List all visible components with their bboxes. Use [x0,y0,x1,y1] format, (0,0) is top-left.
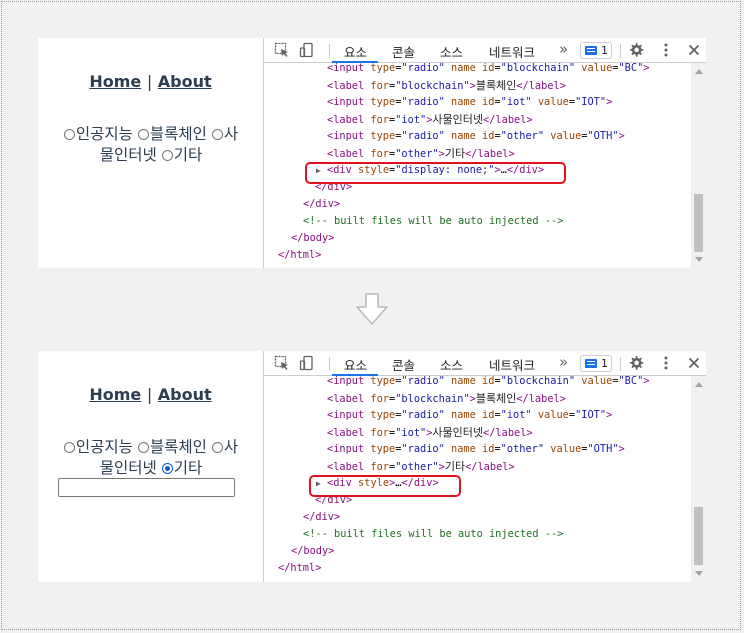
inspect-element-icon[interactable] [274,42,290,58]
nav-bar: Home | About [38,385,263,404]
radio-group: 인공지능 블록체인 사 물인터넷 기타 [46,124,256,166]
dom-line-close-body[interactable]: </body> [291,543,334,560]
radio-other-checked[interactable] [161,463,173,474]
close-icon[interactable] [686,42,702,58]
radio-ai[interactable] [63,442,75,453]
dom-line-input-other[interactable]: <input type="radio" name id="other" valu… [327,441,625,458]
dom-line-close-html[interactable]: </html> [278,247,321,264]
issues-icon [585,46,597,55]
web-app-view: Home | About 인공지능 블록체인 사 물인터넷 기타 [38,38,263,268]
scroll-up-arrow-icon[interactable] [695,382,703,387]
kebab-menu-icon[interactable] [658,42,674,58]
radio-group: 인공지능 블록체인 사 물인터넷 기타 [46,437,256,479]
tab-elements[interactable]: 요소 [344,355,367,374]
devtools-panel: 요소 콘솔 소스 네트워크 » 1 <input type="radio" na… [263,38,706,268]
dom-line-label-other[interactable]: <label for="other">기타</label> [327,458,515,475]
radio-iot[interactable] [211,129,223,140]
home-link[interactable]: Home [89,72,141,91]
radio-blockchain[interactable] [137,129,149,140]
dom-line-comment[interactable]: <!-- built files will be auto injected -… [303,526,563,543]
radio-blockchain[interactable] [137,442,149,453]
nav-separator: | [146,72,153,91]
dom-line-input-iot[interactable]: <input type="radio" name id="iot" value=… [327,407,612,424]
devtools-toolbar: 요소 콘솔 소스 네트워크 » 1 [264,351,706,376]
radio-label-iot-part1: 사 [223,438,239,456]
scrollbar-thumb[interactable] [694,507,703,565]
nav-separator: | [146,385,153,404]
radio-ai[interactable] [63,129,75,140]
highlight-box [309,475,461,497]
scrollbar-thumb[interactable] [694,194,703,252]
about-link[interactable]: About [158,72,212,91]
kebab-menu-icon[interactable] [658,355,674,371]
dom-line-label-blockchain[interactable]: <label for="blockchain">블록체인</label> [327,77,566,94]
tab-network[interactable]: 네트워크 [489,42,535,61]
radio-label-iot-part1: 사 [223,125,239,143]
radio-label-iot-part2: 물인터넷 [99,146,157,164]
radio-label-blockchain: 블록체인 [149,125,207,143]
issues-badge[interactable]: 1 [580,42,612,59]
dom-line-input-blockchain[interactable]: <input type="radio" name id="blockchain"… [327,63,649,77]
radio-label-ai: 인공지능 [75,125,133,143]
tab-sources[interactable]: 소스 [440,355,463,374]
other-text-input[interactable] [58,478,235,497]
tab-sources[interactable]: 소스 [440,42,463,61]
radio-other[interactable] [161,150,173,161]
dom-line-comment[interactable]: <!-- built files will be auto injected -… [303,213,563,230]
dom-line-label-iot[interactable]: <label for="iot">사물인터넷</label> [327,424,533,441]
more-tabs-button[interactable]: » [559,40,568,58]
scrollbar[interactable] [691,63,706,268]
gear-icon[interactable] [628,355,644,371]
gear-icon[interactable] [628,42,644,58]
radio-label-other: 기타 [173,146,203,164]
devtools-panel: 요소 콘솔 소스 네트워크 » 1 <input type="radio" na… [263,351,706,582]
radio-label-ai: 인공지능 [75,438,133,456]
tab-elements[interactable]: 요소 [344,42,367,61]
after-screenshot-panel: Home | About 인공지능 블록체인 사 물인터넷 기타 요소 콘솔 소… [38,351,706,582]
toolbar-divider [329,44,330,58]
before-screenshot-panel: Home | About 인공지능 블록체인 사 물인터넷 기타 요소 콘솔 소… [38,38,706,268]
more-tabs-button[interactable]: » [559,353,568,371]
home-link[interactable]: Home [89,385,141,404]
radio-iot[interactable] [211,442,223,453]
toolbar-divider-2 [620,44,621,58]
radio-label-iot-part2: 물인터넷 [99,459,157,477]
issues-count: 1 [601,357,608,370]
tab-console[interactable]: 콘솔 [392,42,415,61]
scroll-down-arrow-icon[interactable] [695,571,703,576]
devtools-toolbar: 요소 콘솔 소스 네트워크 » 1 [264,38,706,63]
dom-line-close-body[interactable]: </body> [291,230,334,247]
dom-line-label-iot[interactable]: <label for="iot">사물인터넷</label> [327,111,533,128]
scroll-down-arrow-icon[interactable] [695,257,703,262]
dom-line-close-html[interactable]: </html> [278,560,321,577]
issues-count: 1 [601,44,608,57]
dom-line-input-iot[interactable]: <input type="radio" name id="iot" value=… [327,94,612,111]
tab-console[interactable]: 콘솔 [392,355,415,374]
issues-icon [585,359,597,368]
radio-label-other: 기타 [173,459,203,477]
device-toolbar-icon[interactable] [299,42,315,58]
about-link[interactable]: About [158,385,212,404]
tab-network[interactable]: 네트워크 [489,355,535,374]
scroll-up-arrow-icon[interactable] [695,69,703,74]
highlight-box [305,162,566,184]
toolbar-divider [329,357,330,371]
scrollbar[interactable] [691,376,706,582]
dom-line-label-other[interactable]: <label for="other">기타</label> [327,145,515,162]
device-toolbar-icon[interactable] [299,355,315,371]
toolbar-divider-2 [620,357,621,371]
dom-line-label-blockchain[interactable]: <label for="blockchain">블록체인</label> [327,390,566,407]
nav-bar: Home | About [38,72,263,91]
dom-line-close-div-2[interactable]: </div> [303,196,340,213]
dom-line-input-other[interactable]: <input type="radio" name id="other" valu… [327,128,625,145]
down-arrow-icon [356,293,388,325]
dom-line-close-div-2[interactable]: </div> [303,509,340,526]
inspect-element-icon[interactable] [274,355,290,371]
web-app-view: Home | About 인공지능 블록체인 사 물인터넷 기타 [38,351,263,582]
radio-label-blockchain: 블록체인 [149,438,207,456]
dom-line-input-blockchain[interactable]: <input type="radio" name id="blockchain"… [327,376,649,390]
close-icon[interactable] [686,355,702,371]
issues-badge[interactable]: 1 [580,355,612,372]
